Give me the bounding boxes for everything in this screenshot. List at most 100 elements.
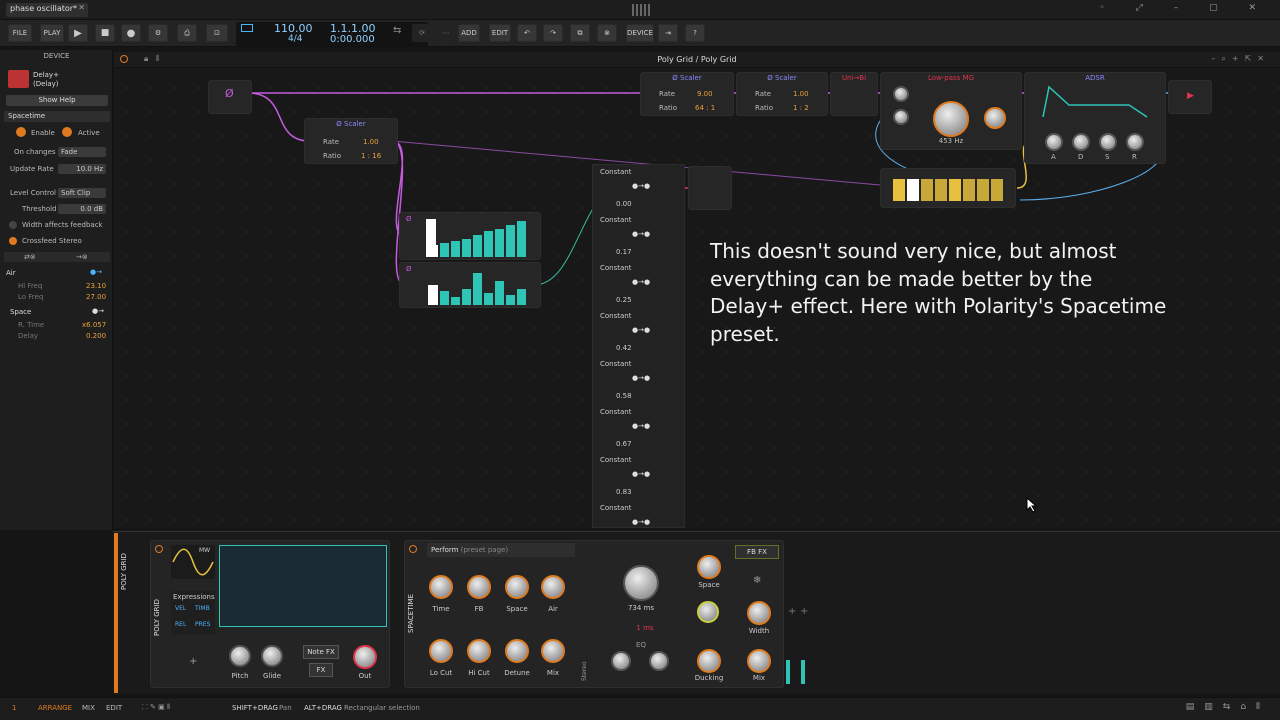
space-label: Space <box>506 605 528 613</box>
constant-label: Constant <box>600 312 632 320</box>
vel-label[interactable]: VEL <box>175 605 186 612</box>
ratio-label: Ratio <box>755 104 773 112</box>
add-icon[interactable]: + <box>189 656 197 667</box>
air-knob[interactable] <box>541 575 565 599</box>
adsr-module[interactable]: ADSR A D S R <box>1024 72 1166 164</box>
fb-fx-button[interactable]: FB FX <box>735 545 779 559</box>
constant-value[interactable]: 0.67 <box>616 440 632 448</box>
lo-cut-knob[interactable] <box>429 639 453 663</box>
out-knob[interactable] <box>353 645 377 669</box>
timb-label[interactable]: TIMB <box>195 605 210 612</box>
constant-value[interactable]: 0.00 <box>616 200 632 208</box>
device-power-icon[interactable] <box>155 545 163 553</box>
ratio-value[interactable]: 1 : 16 <box>361 152 381 160</box>
mix-knob[interactable] <box>541 639 565 663</box>
add-device-icon[interactable]: + <box>788 606 796 617</box>
uni-bi-module[interactable]: Uni→Bi <box>830 72 878 116</box>
rate-value[interactable]: 1.00 <box>793 90 809 98</box>
phase-scaler-module-3[interactable]: Ø Scaler Rate 1.00 Ratio 1 : 2 <box>736 72 828 116</box>
resonance-knob[interactable] <box>984 107 1006 129</box>
mix-label: Mix <box>546 669 560 677</box>
poly-grid-device[interactable]: POLY GRID MW Expressions VEL TIMB REL PR… <box>150 540 390 688</box>
constant-module[interactable]: Constant ●→● 0.67 <box>592 408 685 452</box>
output-port-icon[interactable]: ●→● <box>632 470 650 478</box>
merge-module[interactable] <box>688 166 732 210</box>
delay-plus-device[interactable]: SPACETIME Perform (preset page) Time FB … <box>404 540 784 688</box>
mix-tab[interactable]: MIX <box>82 704 95 712</box>
constant-module[interactable]: Constant ●→● 0.42 <box>592 312 685 356</box>
output-port-icon[interactable]: ●→● <box>632 518 650 526</box>
freeze-icon[interactable]: ❄ <box>753 575 761 586</box>
fx-button[interactable]: FX <box>309 663 333 677</box>
note-fx-button[interactable]: Note FX <box>303 645 339 659</box>
phase-scaler-module-1[interactable]: Ø Scaler Rate 1.00 Ratio 1 : 16 <box>304 118 398 164</box>
release-knob[interactable] <box>1126 133 1144 151</box>
time-knob[interactable] <box>429 575 453 599</box>
constant-module[interactable]: Constant ●→● 0.58 <box>592 360 685 404</box>
out-label: Out <box>358 672 372 680</box>
constant-module[interactable]: Constant ●→● 0.25 <box>592 264 685 308</box>
pitch-knob[interactable] <box>229 645 251 667</box>
output-port-icon[interactable]: ●→● <box>632 422 650 430</box>
constant-value[interactable]: 0.58 <box>616 392 632 400</box>
panel-toggle-icons[interactable]: ▤▥⇆⌂⦀ <box>1186 702 1270 712</box>
steps-module-1[interactable]: Ø <box>399 212 541 260</box>
sustain-knob[interactable] <box>1099 133 1117 151</box>
constant-value[interactable]: 0.17 <box>616 248 632 256</box>
space-macro-knob[interactable] <box>697 555 721 579</box>
output-port-icon[interactable]: ●→● <box>632 374 650 382</box>
detune-knob[interactable] <box>505 639 529 663</box>
decay-knob[interactable] <box>1072 133 1090 151</box>
rate-value[interactable]: 1.00 <box>363 138 379 146</box>
tool-icons[interactable]: ⸬ ✎ ▣ ⦀ <box>142 703 170 712</box>
ratio-value[interactable]: 1 : 2 <box>793 104 809 112</box>
step-sequencer-module[interactable] <box>880 168 1016 208</box>
fb-label: FB <box>474 605 484 613</box>
filter-knob-small[interactable] <box>893 86 909 102</box>
add-device-end-icon[interactable]: + <box>800 606 808 617</box>
arrange-tab[interactable]: ARRANGE <box>38 704 72 712</box>
phase-scaler-module-2[interactable]: Ø Scaler Rate 9.00 Ratio 64 : 1 <box>640 72 734 116</box>
pres-label[interactable]: PRES <box>195 621 210 628</box>
width-knob[interactable] <box>747 601 771 625</box>
delay-time-knob[interactable] <box>623 565 659 601</box>
rate-value[interactable]: 9.00 <box>697 90 713 98</box>
lowpass-filter-module[interactable]: Low-pass MG 453 Hz <box>880 72 1022 150</box>
output-port-icon[interactable]: ●→● <box>632 326 650 334</box>
output-port-icon[interactable]: ●→● <box>632 278 650 286</box>
hint1-text: Pan <box>279 704 292 712</box>
attack-knob[interactable] <box>1045 133 1063 151</box>
audio-out-module[interactable]: ▶ <box>1168 80 1212 114</box>
eq-low-knob[interactable] <box>611 651 631 671</box>
rel-label[interactable]: REL <box>175 621 186 628</box>
preset-page-bar[interactable]: Perform (preset page) <box>427 543 575 557</box>
cutoff-knob[interactable] <box>933 101 969 137</box>
page-type: (preset page) <box>460 546 509 554</box>
constant-value[interactable]: 0.42 <box>616 344 632 352</box>
project-indicator[interactable]: 1 <box>12 704 16 712</box>
output-port-icon[interactable]: ●→● <box>632 182 650 190</box>
constant-module[interactable]: Constant ●→● 0.17 <box>592 216 685 260</box>
eq-high-knob[interactable] <box>649 651 669 671</box>
mix-macro-knob[interactable] <box>747 649 771 673</box>
ratio-value[interactable]: 64 : 1 <box>695 104 715 112</box>
constant-value[interactable]: 0.83 <box>616 488 632 496</box>
steps-module-2[interactable]: Ø <box>399 262 541 308</box>
constant-value[interactable]: 0.25 <box>616 296 632 304</box>
space-mod-knob[interactable] <box>697 601 719 623</box>
constant-module[interactable]: Constant ●→● 0.00 <box>592 168 685 212</box>
edit-tab[interactable]: EDIT <box>106 704 122 712</box>
space-knob[interactable] <box>505 575 529 599</box>
constant-module[interactable]: Constant ●→● 0.83 <box>592 456 685 500</box>
glide-knob[interactable] <box>261 645 283 667</box>
constant-module[interactable]: Constant ●→● <box>592 504 685 528</box>
fb-knob[interactable] <box>467 575 491 599</box>
grid-thumbnail[interactable] <box>219 545 387 627</box>
phase-input-module[interactable]: Ø <box>208 80 252 114</box>
ducking-knob[interactable] <box>697 649 721 673</box>
hi-cut-knob[interactable] <box>467 639 491 663</box>
step-bars[interactable] <box>426 219 528 257</box>
device-power-icon[interactable] <box>409 545 417 553</box>
filter-knob-mod[interactable] <box>893 109 909 125</box>
output-port-icon[interactable]: ●→● <box>632 230 650 238</box>
